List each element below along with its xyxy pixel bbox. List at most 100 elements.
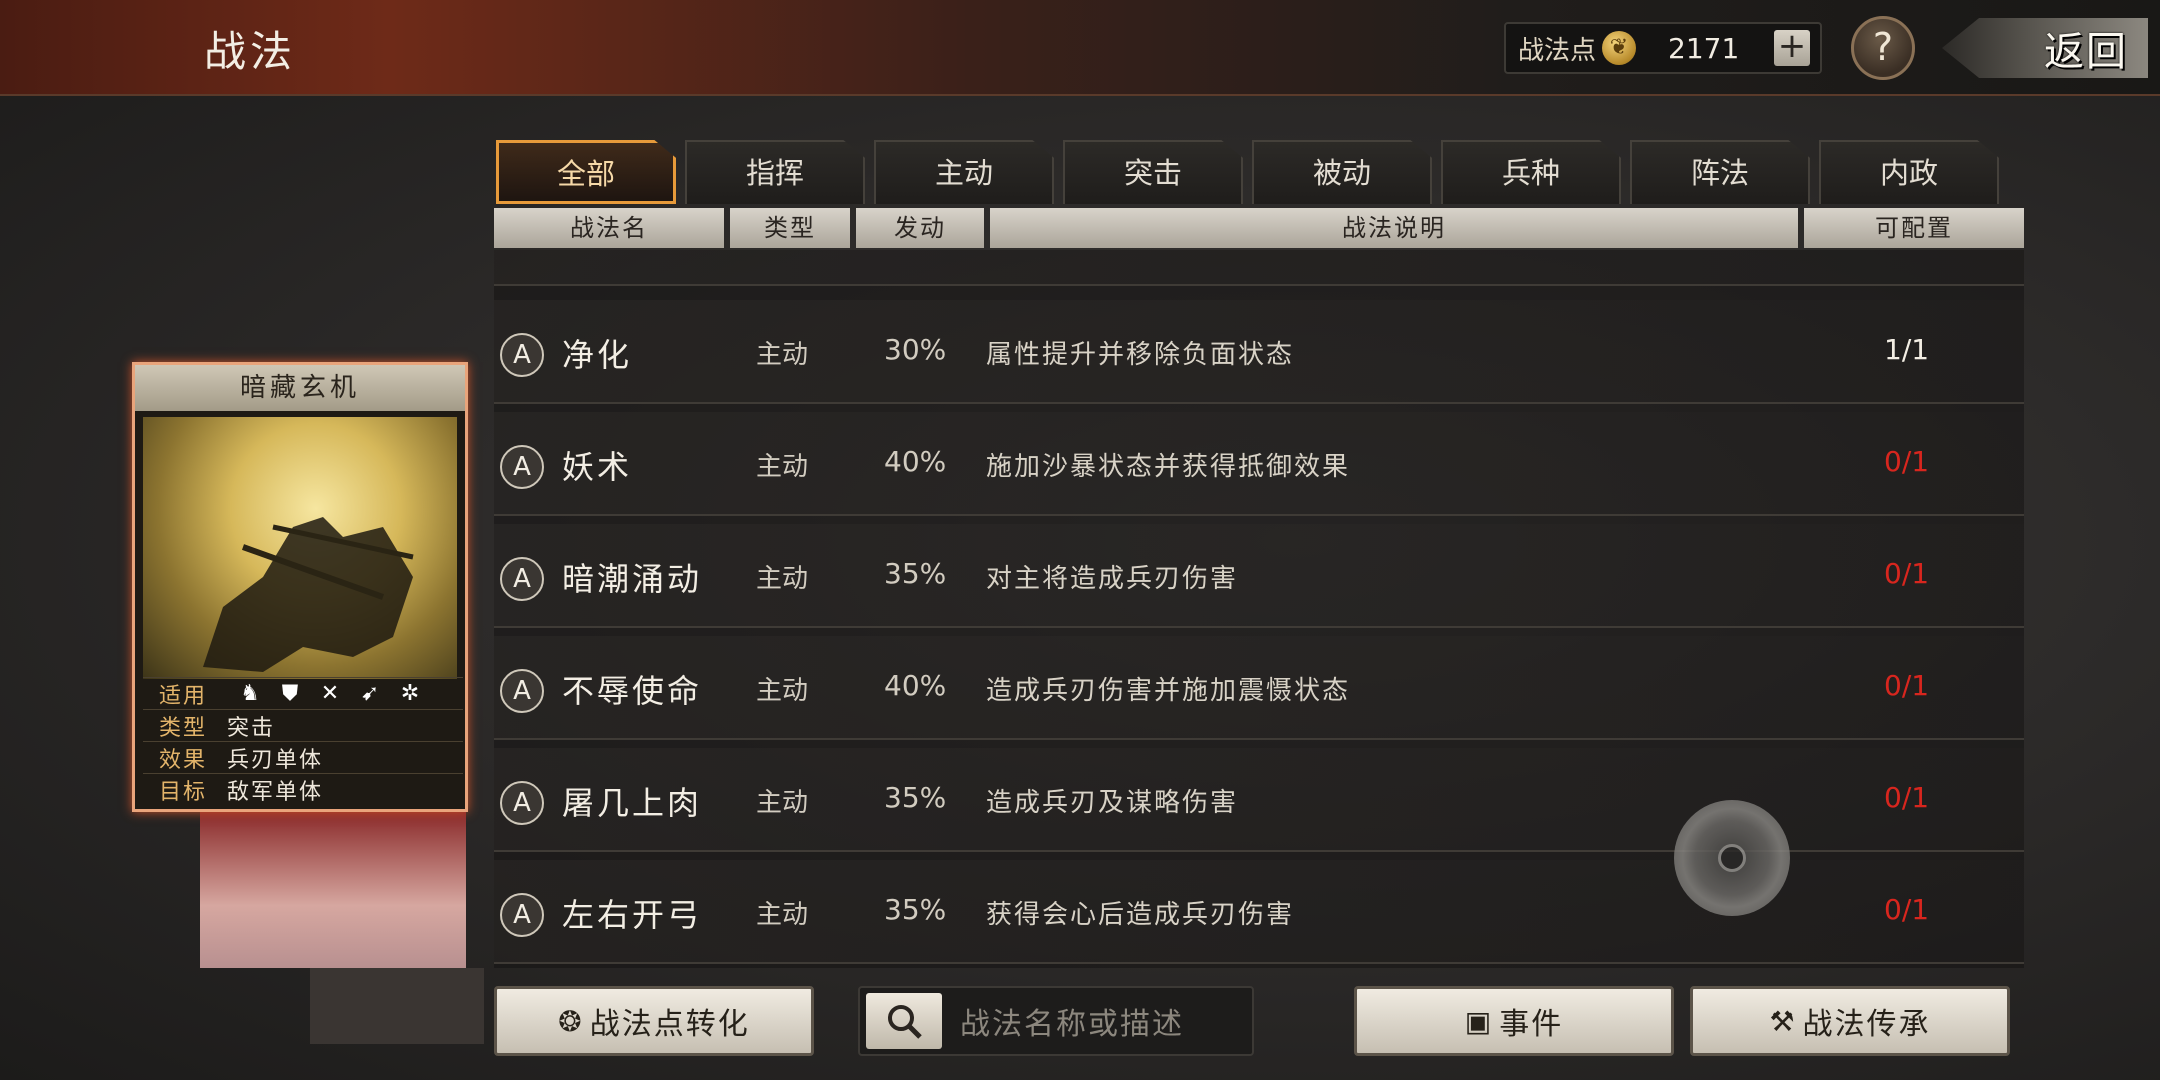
card-apply-row: 适用 ♞ ⛊ ✕ ➹ ✲ [143,677,463,709]
config-count: 0/1 [1884,893,1930,926]
skill-description: 造成兵刃及谋略伤害 [986,788,1239,818]
grade-badge: A [500,445,544,489]
tab-formation[interactable]: 阵法 [1630,140,1810,204]
card-type-row: 类型 突击 [143,709,463,741]
add-points-button[interactable]: + [1774,29,1810,66]
table-row[interactable]: A 不辱使命 主动 40% 造成兵刃伤害并施加震慑状态 0/1 [494,636,2024,740]
skill-description: 造成兵刃伤害并施加震慑状态 [986,676,1351,706]
cavalry-silhouette [203,517,414,672]
flame-icon: ❂ [558,1004,584,1038]
tab-command[interactable]: 指挥 [685,140,865,204]
grade-badge: A [500,781,544,825]
config-count: 1/1 [1884,333,1930,366]
skill-detail-card[interactable]: 暗藏玄机 适用 ♞ ⛊ ✕ ➹ ✲ 类型 突击 效果 兵刃单体 目标 敌军单体 [132,362,468,812]
target-label: 目标 [158,779,207,805]
skill-type: 主动 [756,564,809,594]
skill-rate: 35% [884,557,947,590]
search-field[interactable]: 战法名称或描述 [858,986,1254,1056]
skill-rate: 35% [884,781,947,814]
grade-badge: A [500,557,544,601]
spear-icon: ➹ [360,680,380,706]
apply-label: 适用 [158,683,207,709]
card-stack-art [200,812,466,968]
back-label: 返回 [2044,29,2128,75]
assist-dot-icon [1718,844,1746,872]
skill-name: 暗潮涌动 [562,560,703,598]
card-artwork [143,417,457,679]
tab-domestic[interactable]: 内政 [1819,140,1999,204]
tab-troop-type[interactable]: 兵种 [1441,140,1621,204]
floating-assist-button[interactable] [1674,800,1790,916]
help-button[interactable]: ? [1851,16,1915,80]
card-effect-row: 效果 兵刃单体 [143,741,463,773]
skill-name: 屠几上肉 [562,784,703,822]
table-row-partial [494,250,2024,286]
tab-passive[interactable]: 被动 [1252,140,1432,204]
book-icon: ▣ [1464,1004,1494,1038]
tab-all[interactable]: 全部 [496,140,676,204]
skill-type: 主动 [756,900,809,930]
table-row[interactable]: A 左右开弓 主动 35% 获得会心后造成兵刃伤害 0/1 [494,860,2024,964]
type-label: 类型 [158,715,207,741]
grade-badge: A [500,893,544,937]
column-header-type[interactable]: 类型 [730,208,850,248]
column-header-description: 战法说明 [990,208,1798,248]
skill-list[interactable]: A 净化 主动 30% 属性提升并移除负面状态 1/1 A 妖术 主动 40% … [494,250,2024,968]
skill-rate: 40% [884,669,947,702]
hammer-icon: ⚒ [1769,1004,1797,1038]
grade-badge: A [500,333,544,377]
skill-rate: 30% [884,333,947,366]
skill-inherit-label: 战法传承 [1802,1007,1931,1042]
skill-description: 施加沙暴状态并获得抵御效果 [986,452,1351,482]
skill-description: 属性提升并移除负面状态 [986,340,1295,370]
table-row[interactable]: A 净化 主动 30% 属性提升并移除负面状态 1/1 [494,300,2024,404]
skill-description: 获得会心后造成兵刃伤害 [986,900,1295,930]
skill-inherit-button[interactable]: ⚒ 战法传承 [1690,986,2010,1056]
effect-label: 效果 [158,747,207,773]
shield-icon: ⛊ [281,680,299,706]
skill-points-value: 2171 [1668,31,1740,65]
convert-points-button[interactable]: ❂ 战法点转化 [494,986,814,1056]
skill-type: 主动 [756,452,809,482]
table-row[interactable]: A 暗潮涌动 主动 35% 对主将造成兵刃伤害 0/1 [494,524,2024,628]
card-target-row: 目标 敌军单体 [143,773,463,805]
skill-description: 对主将造成兵刃伤害 [986,564,1239,594]
skill-name: 妖术 [562,448,633,486]
card-stack-art-lower [310,968,484,1044]
target-value: 敌军单体 [227,779,324,805]
skill-type: 主动 [756,788,809,818]
config-count: 0/1 [1884,669,1930,702]
skill-name: 净化 [562,336,633,374]
back-button[interactable]: 返回 [1942,18,2148,78]
cavalry-icon: ♞ [240,680,260,706]
skill-type: 主动 [756,676,809,706]
skill-type: 主动 [756,340,809,370]
table-row[interactable]: A 妖术 主动 40% 施加沙暴状态并获得抵御效果 0/1 [494,412,2024,516]
events-label: 事件 [1499,1007,1564,1042]
type-value: 突击 [227,715,276,741]
skill-rate: 35% [884,893,947,926]
search-icon[interactable] [866,993,942,1049]
events-button[interactable]: ▣ 事件 [1354,986,1674,1056]
config-count: 0/1 [1884,781,1930,814]
skill-rate: 40% [884,445,947,478]
skill-name: 左右开弓 [562,896,703,934]
column-header-config[interactable]: 可配置 [1804,208,2024,248]
skill-points-label: 战法点 [1518,35,1597,66]
skill-points-display: 战法点 ❦ 2171 + [1504,22,1822,74]
grade-badge: A [500,669,544,713]
convert-points-label: 战法点转化 [589,1007,750,1042]
tab-active[interactable]: 主动 [874,140,1054,204]
column-header-rate[interactable]: 发动 [856,208,984,248]
page-title: 战法 [204,27,297,76]
skill-name: 不辱使命 [562,672,703,710]
tab-assault[interactable]: 突击 [1063,140,1243,204]
effect-value: 兵刃单体 [227,747,324,773]
column-header-name[interactable]: 战法名 [494,208,724,248]
search-placeholder: 战法名称或描述 [960,1007,1184,1042]
chariot-icon: ✲ [400,680,420,706]
card-info: 适用 ♞ ⛊ ✕ ➹ ✲ 类型 突击 效果 兵刃单体 目标 敌军单体 [143,677,463,805]
card-title: 暗藏玄机 [135,365,465,411]
table-row[interactable]: A 屠几上肉 主动 35% 造成兵刃及谋略伤害 0/1 [494,748,2024,852]
top-bar: 战法 战法点 ❦ 2171 + ? 返回 [0,0,2160,96]
